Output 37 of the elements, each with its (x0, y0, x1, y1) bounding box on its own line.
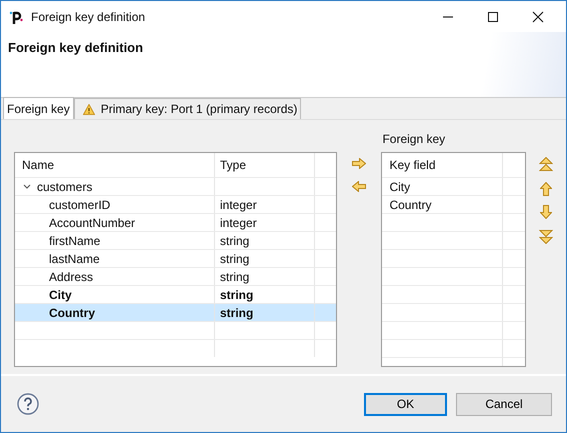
chevron-icon[interactable] (23, 184, 31, 190)
column-header: Key field (382, 153, 504, 177)
tab[interactable]: Foreign key (3, 97, 74, 119)
right-arrow-icon[interactable] (352, 158, 366, 169)
window-title: Foreign key definition (31, 10, 146, 24)
field-name[interactable]: City (49, 288, 72, 302)
column-header: Name (15, 153, 215, 177)
field-name[interactable]: customerID (49, 198, 110, 212)
section-label: Foreign key (381, 132, 446, 148)
key-field[interactable]: Country (389, 198, 432, 212)
up-arrow-icon[interactable] (540, 182, 552, 196)
help-icon[interactable] (17, 393, 39, 415)
tree-node[interactable]: customers (37, 180, 92, 194)
close-icon[interactable] (532, 10, 544, 22)
key-field[interactable]: City (389, 180, 410, 194)
dialog-button[interactable]: Cancel (456, 392, 552, 416)
field-type: string (220, 306, 254, 320)
dialog-button[interactable]: OK (364, 392, 447, 416)
move-bottom-icon[interactable] (539, 228, 554, 244)
field-type: integer (220, 216, 257, 230)
field-name[interactable]: Address (49, 270, 94, 284)
field-type: string (220, 252, 250, 266)
field-type: string (220, 288, 254, 302)
move-top-icon[interactable] (539, 157, 554, 173)
field-type: string (220, 234, 250, 248)
tab[interactable]: Primary key: Port 1 (primary records) (74, 98, 302, 119)
field-type: string (220, 270, 250, 284)
field-name[interactable]: firstName (49, 234, 100, 248)
left-arrow-icon[interactable] (352, 181, 366, 192)
dialog-heading: Foreign key definition (8, 40, 144, 55)
down-arrow-icon[interactable] (540, 205, 552, 219)
maximize-icon[interactable] (487, 10, 499, 22)
field-name[interactable]: lastName (49, 252, 100, 266)
field-type: integer (220, 198, 257, 212)
field-name[interactable]: Country (49, 306, 95, 320)
column-header: Type (215, 153, 315, 177)
field-name[interactable]: AccountNumber (49, 216, 136, 230)
